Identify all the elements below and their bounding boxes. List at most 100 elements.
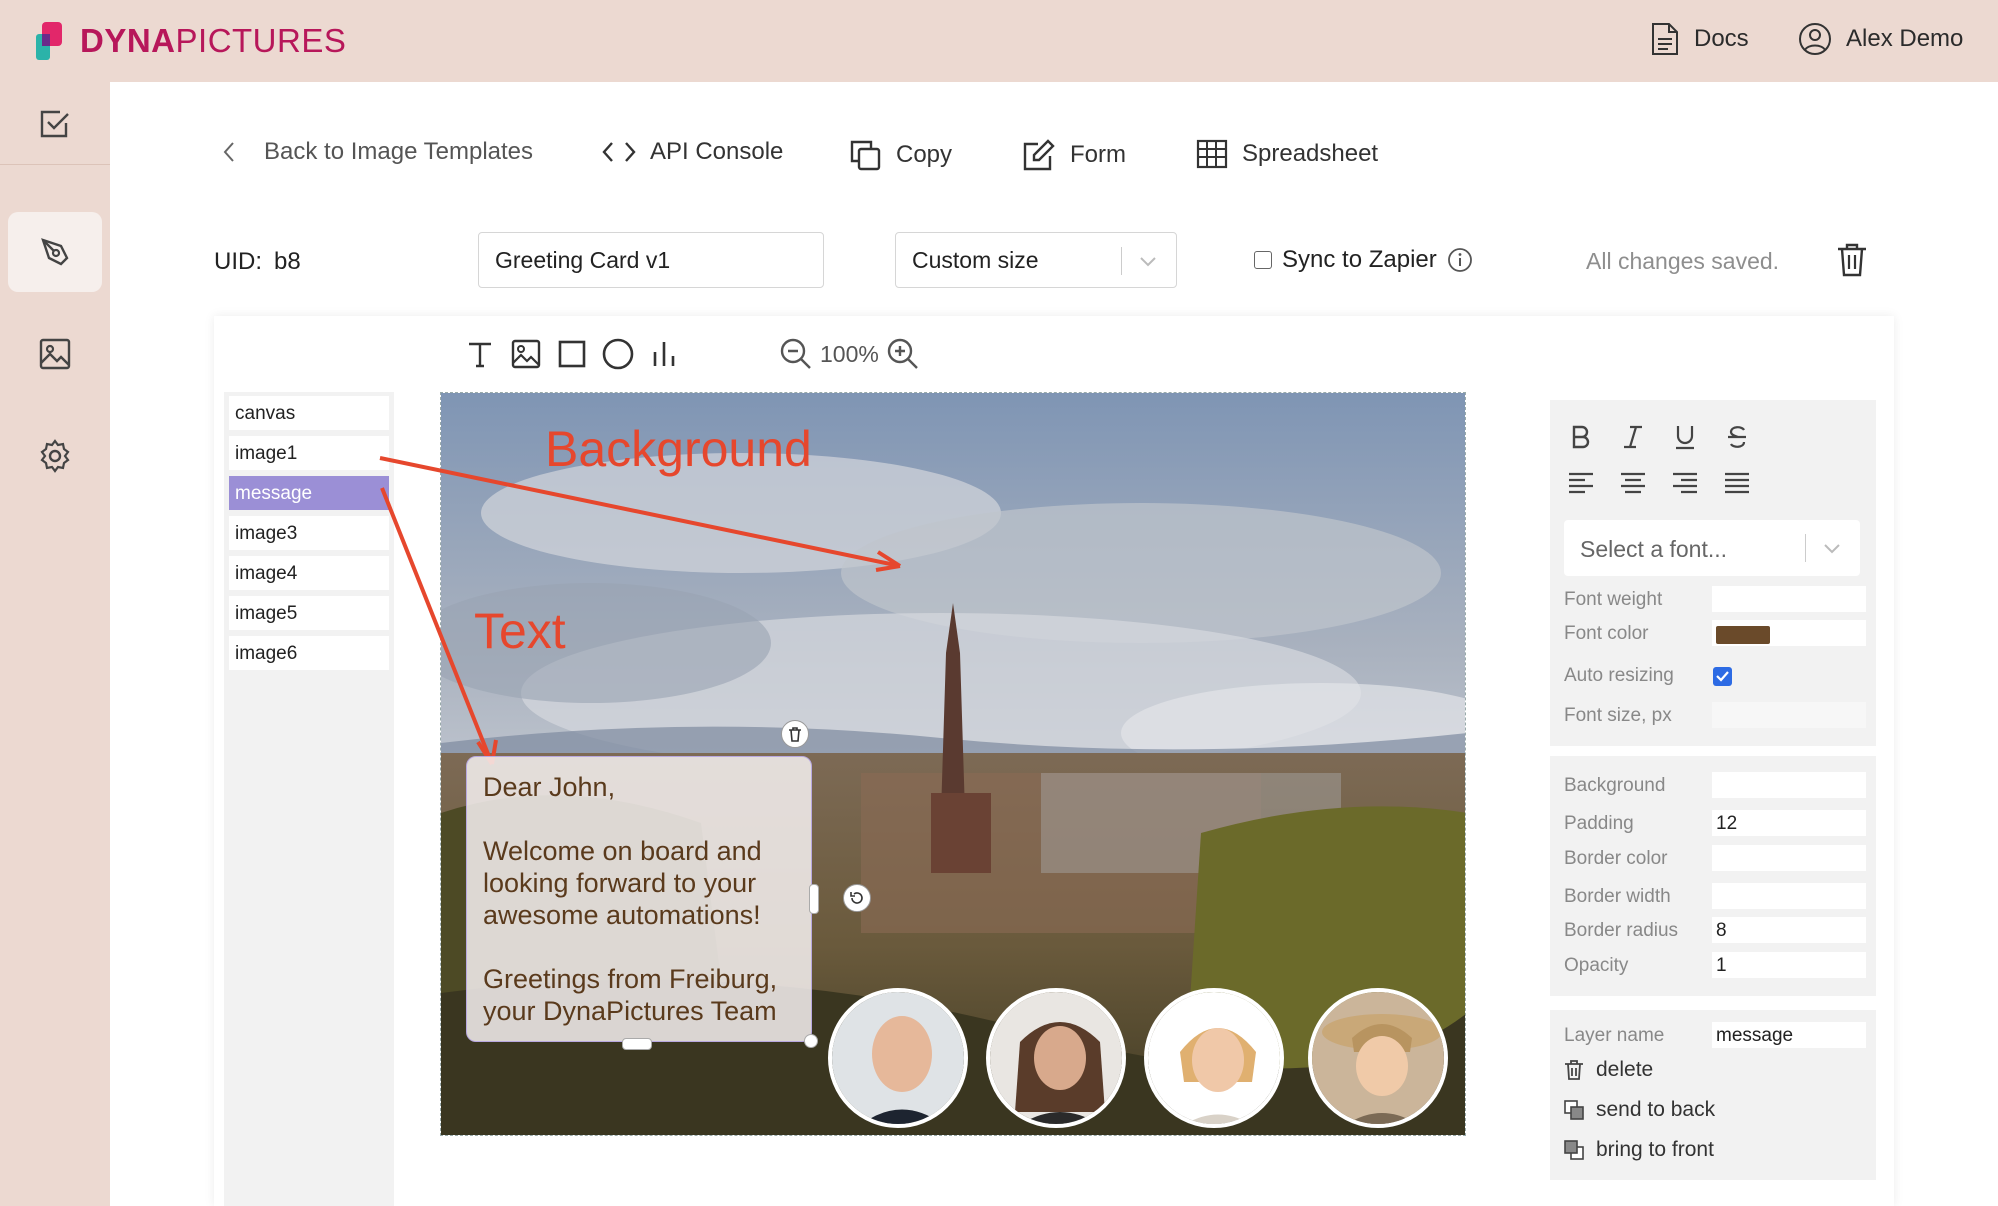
font-size-field[interactable] — [1712, 702, 1866, 728]
zapier-checkbox[interactable] — [1254, 251, 1272, 269]
size-select-value: Custom size — [912, 246, 1039, 273]
docs-link[interactable]: Docs — [1650, 22, 1749, 56]
delete-label: delete — [1596, 1058, 1654, 1081]
italic-icon[interactable] — [1618, 422, 1648, 452]
zoom-out-icon[interactable] — [780, 338, 812, 370]
underline-icon[interactable] — [1670, 422, 1700, 452]
info-icon[interactable] — [1447, 247, 1473, 273]
font-color-label: Font color — [1564, 623, 1649, 644]
zoom-in-icon[interactable] — [887, 338, 919, 370]
logo-text: DYNAPICTURES — [80, 22, 347, 59]
resize-handle-corner[interactable] — [804, 1034, 818, 1048]
zapier-sync: Sync to Zapier — [1254, 246, 1473, 274]
background-label: Background — [1564, 775, 1666, 796]
layer-item[interactable]: canvas — [229, 396, 389, 430]
layers-panel: canvas image1 message image3 image4 imag… — [224, 392, 394, 1206]
save-status: All changes saved. — [1586, 248, 1780, 274]
layer-item[interactable]: image6 — [229, 636, 389, 670]
send-back-icon — [1564, 1100, 1584, 1120]
chevron-down-icon — [1140, 257, 1156, 267]
layer-item[interactable]: image1 — [229, 436, 389, 470]
text-tool-icon[interactable] — [464, 338, 496, 370]
resize-handle-right[interactable] — [809, 884, 819, 914]
border-color-field[interactable] — [1712, 845, 1866, 871]
element-toolbar — [464, 338, 680, 370]
bold-icon[interactable] — [1566, 422, 1596, 452]
spreadsheet-button[interactable]: Spreadsheet — [1196, 138, 1378, 170]
font-weight-label: Font weight — [1564, 589, 1663, 610]
align-right-icon[interactable] — [1670, 468, 1700, 498]
gear-icon — [40, 439, 70, 473]
logo[interactable]: DYNAPICTURES — [34, 20, 346, 62]
align-center-icon[interactable] — [1618, 468, 1648, 498]
opacity-label: Opacity — [1564, 955, 1629, 976]
border-radius-field[interactable]: 8 — [1712, 917, 1866, 943]
opacity-field[interactable]: 1 — [1712, 952, 1866, 978]
bring-to-front-button[interactable]: bring to front — [1564, 1138, 1714, 1162]
message-line: Greetings from Freiburg, your DynaPictur… — [483, 964, 778, 1026]
rail-tasks[interactable] — [8, 84, 102, 164]
avatar-image-6[interactable] — [1308, 988, 1448, 1128]
annotation-text: Text — [474, 603, 566, 659]
font-color-swatch[interactable] — [1716, 626, 1770, 644]
rail-divider — [0, 164, 110, 165]
chevron-down-icon — [1824, 544, 1840, 554]
border-color-label: Border color — [1564, 848, 1668, 869]
user-name: Alex Demo — [1846, 25, 1964, 52]
font-weight-field[interactable] — [1712, 586, 1866, 612]
align-justify-icon[interactable] — [1722, 468, 1752, 498]
message-text-layer[interactable]: Dear John, Welcome on board and looking … — [466, 756, 812, 1042]
rail-images[interactable] — [8, 314, 102, 394]
checkbox-icon — [40, 110, 69, 138]
layer-item[interactable]: image3 — [229, 516, 389, 550]
uid-value: b8 — [274, 248, 301, 275]
padding-field[interactable]: 12 — [1712, 810, 1866, 836]
image-tool-icon[interactable] — [510, 338, 542, 370]
trash-icon — [789, 727, 801, 742]
image-icon — [39, 338, 71, 370]
rotate-handle[interactable] — [843, 884, 871, 912]
layer-name-field[interactable]: message — [1712, 1022, 1866, 1048]
layer-delete-handle[interactable] — [781, 720, 809, 748]
avatar-image-3[interactable] — [828, 988, 968, 1128]
border-width-field[interactable] — [1712, 883, 1866, 909]
padding-label: Padding — [1564, 813, 1634, 834]
layer-item[interactable]: image4 — [229, 556, 389, 590]
rectangle-tool-icon[interactable] — [556, 338, 588, 370]
chevron-left-icon — [223, 142, 234, 162]
delete-layer-button[interactable]: delete — [1564, 1058, 1653, 1082]
resize-handle-bottom[interactable] — [622, 1038, 652, 1050]
rail-editor[interactable] — [8, 212, 102, 292]
send-to-back-button[interactable]: send to back — [1564, 1098, 1715, 1122]
align-left-icon[interactable] — [1566, 468, 1596, 498]
table-icon — [1196, 139, 1228, 169]
back-link[interactable]: Back to Image Templates — [222, 138, 533, 166]
text-align-row — [1566, 468, 1752, 498]
left-rail — [0, 82, 110, 1206]
zapier-label: Sync to Zapier — [1282, 246, 1437, 273]
uid-label: UID: — [214, 248, 262, 275]
rail-settings[interactable] — [8, 416, 102, 496]
avatar-image-5[interactable] — [1144, 988, 1284, 1128]
layer-item[interactable]: image5 — [229, 596, 389, 630]
delete-template-icon[interactable] — [1836, 242, 1868, 278]
border-radius-label: Border radius — [1564, 920, 1679, 941]
form-button[interactable]: Form — [1022, 138, 1126, 172]
back-label: Back to Image Templates — [264, 138, 534, 165]
chart-tool-icon[interactable] — [648, 338, 680, 370]
template-name-input[interactable] — [478, 232, 824, 288]
avatar-image-4[interactable] — [986, 988, 1126, 1128]
strikethrough-icon[interactable] — [1722, 422, 1752, 452]
copy-button[interactable]: Copy — [848, 138, 952, 172]
layer-item-selected[interactable]: message — [229, 476, 389, 510]
auto-resizing-checkbox[interactable] — [1713, 667, 1732, 686]
message-line: Welcome on board and looking forward to … — [483, 836, 762, 930]
circle-tool-icon[interactable] — [602, 338, 634, 370]
size-select[interactable]: Custom size — [895, 232, 1177, 288]
user-menu[interactable]: Alex Demo — [1798, 22, 1963, 56]
background-field[interactable] — [1712, 772, 1866, 798]
document-icon — [1652, 23, 1678, 55]
font-select[interactable]: Select a font... — [1564, 520, 1860, 576]
api-console-button[interactable]: API Console — [602, 138, 783, 166]
code-icon — [602, 142, 636, 162]
